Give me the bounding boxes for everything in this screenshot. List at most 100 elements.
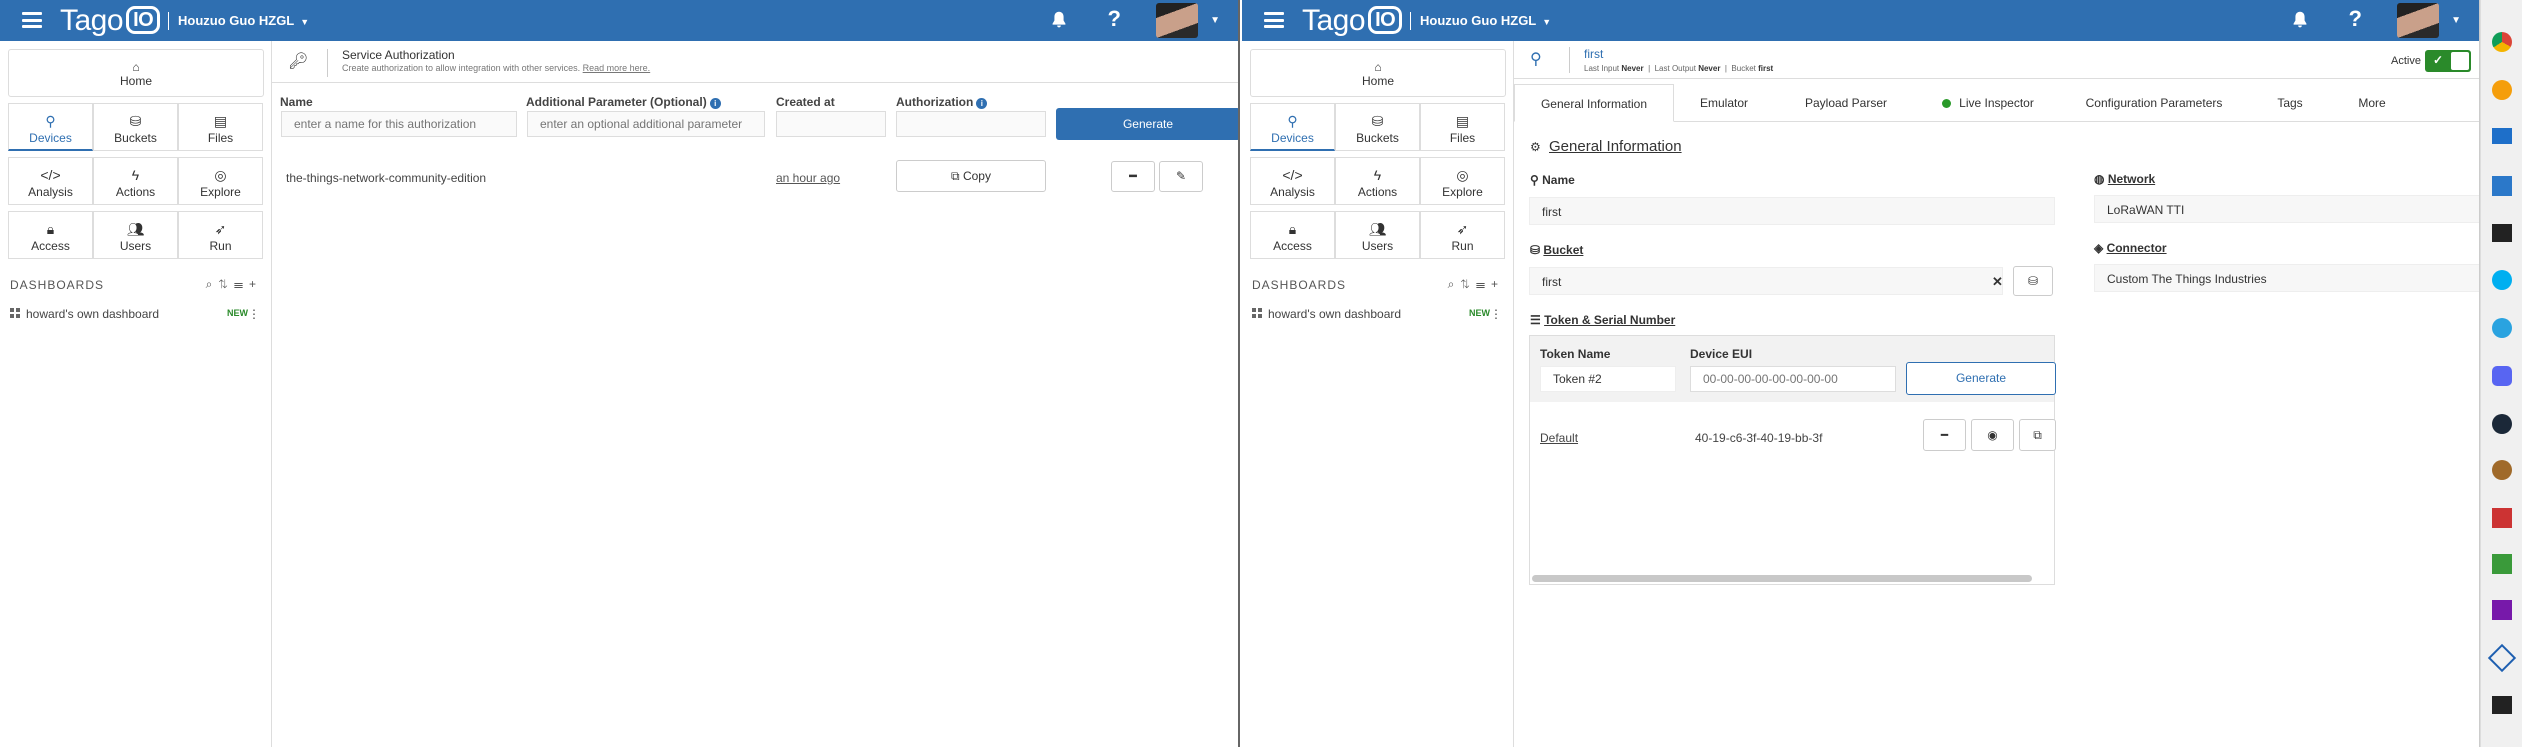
- sidebar-item-users[interactable]: 👥︎ Users: [93, 211, 178, 259]
- generate-button[interactable]: Generate: [1056, 108, 1238, 140]
- dashboard-list-item[interactable]: howard's own dashboard NEW ⋮: [10, 307, 262, 321]
- delete-button[interactable]: ━: [1111, 161, 1155, 192]
- brand-logo[interactable]: Tago IO: [60, 4, 161, 38]
- device-icon: ⚲: [1530, 173, 1543, 187]
- active-toggle[interactable]: ✓: [2425, 50, 2471, 72]
- dashboard-list-item[interactable]: howard's own dashboard NEW ⋮: [1252, 307, 1504, 321]
- tenant-selector[interactable]: Houzuo Guo HZGL ▼: [168, 12, 309, 30]
- menu-icon[interactable]: [22, 12, 42, 28]
- window-device-detail: Tago IO Houzuo Guo HZGL ▼ ? ▼ ⌂ Home ⚲ Devi…: [1242, 0, 2480, 747]
- sort-icon[interactable]: ⇅: [218, 277, 234, 291]
- calendar-icon[interactable]: [2492, 176, 2512, 196]
- read-more-link[interactable]: Read more here.: [583, 63, 651, 73]
- menu-icon[interactable]: [1264, 12, 1284, 28]
- search-icon[interactable]: ⌕: [206, 277, 219, 291]
- sidebar-item-analysis[interactable]: </> Analysis: [8, 157, 93, 205]
- info-icon[interactable]: i: [709, 98, 721, 109]
- more-vertical-icon[interactable]: ⋮: [248, 307, 260, 321]
- add-icon[interactable]: +: [249, 277, 262, 291]
- horizontal-scrollbar[interactable]: [1532, 575, 2032, 582]
- sort-icon[interactable]: ⇅: [1460, 277, 1476, 291]
- tab-emulator[interactable]: Emulator: [1674, 84, 1774, 122]
- discord-icon[interactable]: [2492, 366, 2512, 386]
- token-show-button[interactable]: ◉: [1971, 419, 2014, 451]
- new-badge: NEW: [227, 308, 248, 318]
- help-icon[interactable]: ?: [2349, 6, 2362, 32]
- mail-icon[interactable]: [2492, 128, 2512, 144]
- tab-payload-parser[interactable]: Payload Parser: [1776, 84, 1916, 122]
- tab-configuration-parameters[interactable]: Configuration Parameters: [2060, 84, 2248, 122]
- skype-icon[interactable]: [2492, 270, 2512, 290]
- search-icon[interactable]: ⌕: [1448, 277, 1461, 291]
- tab-general-information[interactable]: General Information: [1514, 84, 1674, 122]
- sidebar-item-explore[interactable]: ◎ Explore: [1420, 157, 1505, 205]
- bucket-link-button[interactable]: ⛁: [2013, 266, 2053, 296]
- app-icon[interactable]: [2492, 508, 2512, 528]
- sidebar-item-actions[interactable]: ϟ Actions: [1335, 157, 1420, 205]
- app-icon[interactable]: [2492, 80, 2512, 100]
- sidebar-item-files[interactable]: ▤ Files: [1420, 103, 1505, 151]
- sidebar-item-run[interactable]: ➶ Run: [1420, 211, 1505, 259]
- top-bar: Tago IO Houzuo Guo HZGL ▼ ? ▼: [0, 0, 1238, 41]
- steam-icon[interactable]: [2492, 414, 2512, 434]
- onenote-icon[interactable]: [2492, 600, 2512, 620]
- avatar[interactable]: [2397, 3, 2439, 38]
- app-icon[interactable]: [2487, 643, 2517, 673]
- app-icon[interactable]: [2492, 460, 2512, 480]
- sidebar-item-devices[interactable]: ⚲ Devices: [8, 103, 93, 151]
- sidebar-item-access[interactable]: 🔒︎ Access: [8, 211, 93, 259]
- sidebar-home[interactable]: ⌂ Home: [1250, 49, 1506, 97]
- list-icon[interactable]: ☰: [1476, 277, 1491, 291]
- list-icon[interactable]: ☰: [234, 277, 249, 291]
- edit-button[interactable]: ✎: [1159, 161, 1203, 192]
- bell-icon[interactable]: [1048, 9, 1070, 31]
- tenant-selector[interactable]: Houzuo Guo HZGL ▼: [1410, 12, 1551, 30]
- sidebar-item-run[interactable]: ➶ Run: [178, 211, 263, 259]
- add-icon[interactable]: +: [1491, 277, 1504, 291]
- auth-name-input[interactable]: [281, 111, 517, 137]
- chevron-down-icon[interactable]: ▼: [1210, 15, 1220, 26]
- avatar[interactable]: [1156, 3, 1198, 38]
- token-row-value: 40-19-c6-3f-40-19-bb-3f: [1695, 431, 1823, 445]
- token-generate-button[interactable]: Generate: [1906, 362, 2056, 395]
- sidebar-item-buckets[interactable]: ⛁ Buckets: [93, 103, 178, 151]
- copy-button[interactable]: ⧉ Copy: [896, 160, 1046, 192]
- clear-icon[interactable]: ✕: [1992, 274, 2003, 290]
- token-delete-button[interactable]: ━: [1923, 419, 1966, 451]
- help-icon[interactable]: ?: [1108, 6, 1121, 32]
- info-icon[interactable]: i: [976, 98, 988, 109]
- sidebar-item-explore[interactable]: ◎ Explore: [178, 157, 263, 205]
- telegram-icon[interactable]: [2492, 318, 2512, 338]
- tab-tags[interactable]: Tags: [2250, 84, 2330, 122]
- token-name-label: Token Name: [1540, 347, 1611, 361]
- device-name: first: [1584, 47, 1604, 61]
- chevron-down-icon[interactable]: ▼: [2451, 15, 2461, 26]
- device-name-field[interactable]: first: [1529, 197, 2055, 225]
- sidebar-item-buckets[interactable]: ⛁ Buckets: [1335, 103, 1420, 151]
- token-copy-button[interactable]: ⧉: [2019, 419, 2056, 451]
- sidebar-item-actions[interactable]: ϟ Actions: [93, 157, 178, 205]
- sidebar-item-users[interactable]: 👥︎ Users: [1335, 211, 1420, 259]
- terminal-icon[interactable]: [2492, 696, 2512, 714]
- brand-logo[interactable]: Tago IO: [1302, 4, 1403, 38]
- tab-live-inspector[interactable]: Live Inspector: [1918, 84, 2058, 122]
- sidebar-home[interactable]: ⌂ Home: [8, 49, 264, 97]
- sidebar-item-access[interactable]: 🔒︎ Access: [1250, 211, 1335, 259]
- sidebar-item-devices[interactable]: ⚲ Devices: [1250, 103, 1335, 151]
- rocket-icon: ➶: [214, 221, 227, 237]
- terminal-icon[interactable]: [2492, 224, 2512, 242]
- additional-param-input[interactable]: [527, 111, 765, 137]
- chrome-icon[interactable]: [2492, 32, 2512, 52]
- dashboard-icon: [1252, 308, 1262, 318]
- bell-icon[interactable]: [2289, 9, 2311, 31]
- sidebar-item-files[interactable]: ▤ Files: [178, 103, 263, 151]
- device-eui-input[interactable]: [1690, 366, 1896, 392]
- bucket-field[interactable]: first: [1529, 267, 2003, 295]
- tab-more[interactable]: More: [2332, 84, 2412, 122]
- authorization-field: [896, 111, 1046, 137]
- sidebar-item-analysis[interactable]: </> Analysis: [1250, 157, 1335, 205]
- image-icon[interactable]: [2492, 554, 2512, 574]
- token-name-input[interactable]: Token #2: [1540, 366, 1676, 392]
- code-icon: </>: [1282, 167, 1303, 183]
- more-vertical-icon[interactable]: ⋮: [1490, 307, 1502, 321]
